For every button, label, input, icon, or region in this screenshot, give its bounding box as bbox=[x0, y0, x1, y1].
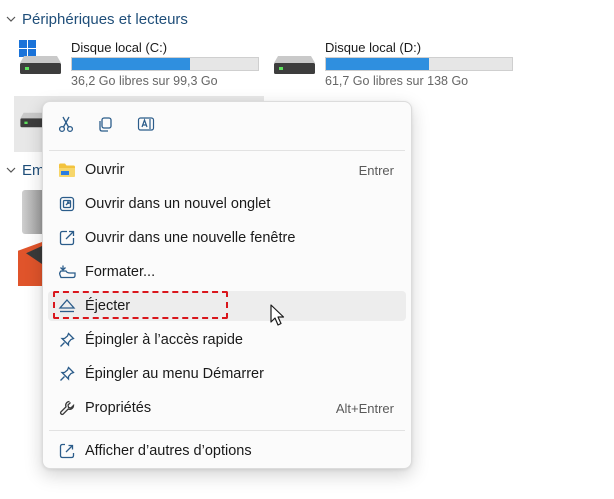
wrench-icon bbox=[58, 399, 76, 417]
pin-icon bbox=[58, 331, 76, 349]
menu-item-label: Ouvrir bbox=[85, 162, 125, 178]
drive-name: Disque local (D:) bbox=[325, 40, 422, 55]
menu-item-label: Ouvrir dans une nouvelle fenêtre bbox=[85, 230, 296, 246]
rename-button[interactable] bbox=[134, 114, 158, 138]
menu-item-shortcut: Entrer bbox=[358, 162, 394, 178]
windows-drive-icon bbox=[17, 40, 67, 90]
menu-separator bbox=[49, 150, 405, 151]
menu-item-properties[interactable]: Propriétés Alt+Entrer bbox=[48, 393, 406, 423]
menu-item-label: Épingler à l’accès rapide bbox=[85, 332, 243, 348]
section-title: Périphériques et lecteurs bbox=[22, 10, 188, 28]
scissors-icon bbox=[57, 115, 75, 138]
drive-d-tile[interactable]: Disque local (D:) 61,7 Go libres sur 138… bbox=[271, 40, 521, 94]
device-thumbnail bbox=[22, 190, 42, 234]
new-tab-icon bbox=[58, 195, 76, 213]
section-header-other[interactable]: Em bbox=[6, 160, 45, 180]
drive-name: Disque local (C:) bbox=[71, 40, 168, 55]
chevron-down-icon bbox=[6, 165, 16, 175]
menu-item-label: Propriétés bbox=[85, 400, 152, 416]
copy-button[interactable] bbox=[93, 114, 117, 138]
menu-item-pin-quick-access[interactable]: Épingler à l’accès rapide bbox=[48, 325, 406, 355]
partial-items bbox=[14, 186, 42, 286]
chevron-down-icon bbox=[6, 14, 16, 24]
menu-item-open[interactable]: Ouvrir Entrer bbox=[48, 155, 406, 185]
drive-usage-bar bbox=[71, 57, 259, 71]
menu-separator bbox=[49, 430, 405, 431]
eject-icon bbox=[58, 297, 76, 315]
mouse-cursor-icon bbox=[270, 304, 286, 328]
menu-item-label: Formater... bbox=[85, 264, 156, 280]
drive-size-text: 36,2 Go libres sur 99,3 Go bbox=[71, 74, 218, 88]
section-header-devices[interactable]: Périphériques et lecteurs bbox=[6, 9, 188, 29]
more-options-icon bbox=[58, 442, 76, 460]
menu-item-label: Épingler au menu Démarrer bbox=[85, 366, 264, 382]
format-icon bbox=[58, 263, 76, 281]
menu-item-format[interactable]: Formater... bbox=[48, 257, 406, 287]
pin-start-icon bbox=[58, 365, 76, 383]
menu-item-more-options[interactable]: Afficher d’autres d’options bbox=[48, 436, 406, 466]
drive-usage-fill bbox=[326, 58, 429, 70]
menu-item-label: Ouvrir dans un nouvel onglet bbox=[85, 196, 271, 212]
menu-item-open-new-tab[interactable]: Ouvrir dans un nouvel onglet bbox=[48, 189, 406, 219]
menu-item-label: Afficher d’autres d’options bbox=[85, 443, 252, 459]
rename-icon bbox=[137, 115, 155, 138]
menu-item-shortcut: Alt+Entrer bbox=[335, 400, 394, 416]
copy-icon bbox=[96, 115, 114, 138]
menu-item-open-new-window[interactable]: Ouvrir dans une nouvelle fenêtre bbox=[48, 223, 406, 253]
menu-item-label: Éjecter bbox=[85, 298, 131, 314]
context-menu: Ouvrir Entrer Ouvrir dans un nouvel ongl… bbox=[42, 101, 412, 469]
new-window-icon bbox=[58, 229, 76, 247]
drive-size-text: 61,7 Go libres sur 138 Go bbox=[325, 74, 469, 88]
cut-button[interactable] bbox=[54, 114, 78, 138]
hard-drive-icon bbox=[271, 40, 321, 90]
drive-c-tile[interactable]: Disque local (C:) 36,2 Go libres sur 99,… bbox=[17, 40, 267, 94]
folder-icon bbox=[58, 161, 76, 179]
menu-item-eject[interactable]: Éjecter bbox=[48, 291, 406, 321]
menu-toolbar bbox=[43, 102, 411, 150]
drive-usage-fill bbox=[72, 58, 191, 70]
drive-usage-bar bbox=[325, 57, 513, 71]
menu-item-pin-start[interactable]: Épingler au menu Démarrer bbox=[48, 359, 406, 389]
